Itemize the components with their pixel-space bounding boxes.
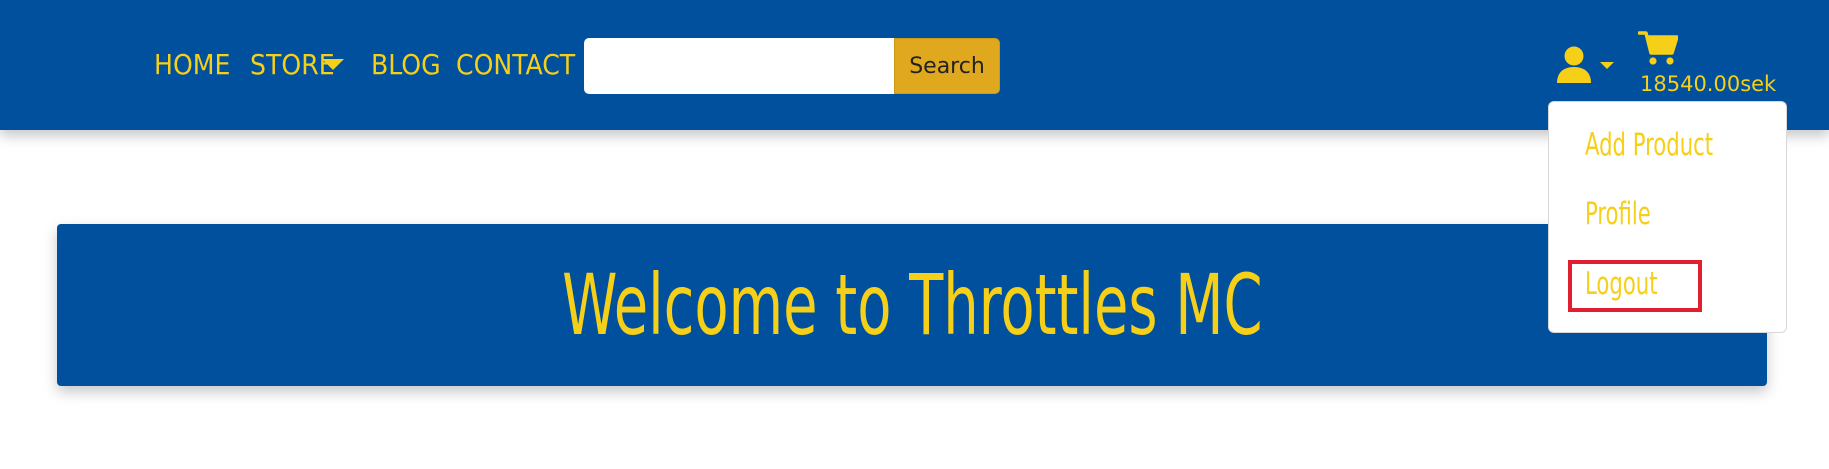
nav-item-blog[interactable]: BLOG xyxy=(371,45,441,85)
cart-total: 18540.00sek xyxy=(1640,72,1777,96)
nav-item-home[interactable]: HOME xyxy=(154,45,230,85)
menu-item-add-product[interactable]: Add Product xyxy=(1585,125,1713,165)
user-icon[interactable] xyxy=(1556,46,1592,84)
logout-highlight-box xyxy=(1568,260,1702,312)
chevron-down-icon[interactable] xyxy=(1600,62,1614,69)
user-dropdown-menu: Add Product Profile Logout xyxy=(1548,101,1787,333)
nav-link-contact[interactable]: CONTACT xyxy=(456,48,575,81)
search-bar: Search xyxy=(584,38,1000,94)
nav-item-contact[interactable]: CONTACT xyxy=(456,45,575,85)
nav-link-home[interactable]: HOME xyxy=(154,48,230,81)
search-input[interactable] xyxy=(584,38,894,94)
search-button[interactable]: Search xyxy=(894,38,1000,94)
chevron-down-icon[interactable] xyxy=(322,59,344,70)
hero-title-text: Welcome to Throttles MC xyxy=(561,256,1263,354)
hero-banner: Welcome to Throttles MC xyxy=(57,224,1767,386)
user-menu-toggle[interactable] xyxy=(1556,46,1616,88)
nav-item-store[interactable]: STORE xyxy=(250,45,346,85)
main-nav: HOME STORE BLOG CONTACT xyxy=(154,45,575,85)
cart-icon[interactable] xyxy=(1638,30,1678,66)
hero-title: Welcome to Throttles MC xyxy=(57,224,1767,386)
menu-item-profile[interactable]: Profile xyxy=(1585,194,1651,234)
cart-button[interactable] xyxy=(1638,30,1678,66)
